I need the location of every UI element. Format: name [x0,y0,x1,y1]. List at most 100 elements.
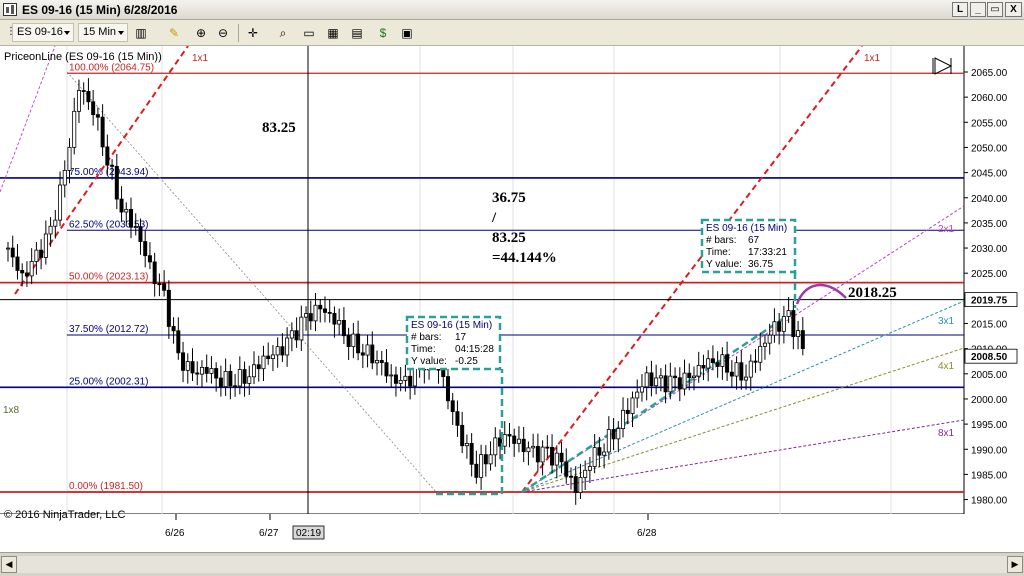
candle-body [162,283,167,291]
candle-body [24,272,29,277]
candle-body [602,451,607,456]
candle-body [20,270,25,274]
axis-corner [964,514,1024,552]
candle-body [701,364,706,369]
candle-body [360,352,365,356]
minimize-button[interactable]: _ [970,2,986,17]
candle-body [228,370,233,387]
gann-label: 1x1 [864,53,881,64]
candle-body [673,375,678,379]
candle-body [91,101,96,115]
candle-body [313,304,318,322]
x-tick-label: 6/27 [259,528,279,539]
price-chart[interactable]: 100.00% (2064.75) 75.00% (2043.94) 62.50% … [0,46,1024,552]
candle-body [526,447,531,453]
candle-body [621,409,626,429]
y-tick-label: 2050.00 [971,143,1008,154]
candle-body [48,225,53,235]
candle-body [100,116,105,148]
candle-body [729,371,734,377]
candle-body [209,368,214,374]
candle-body [327,312,332,314]
candle-body [370,344,375,364]
candle-body [531,445,536,449]
candle-body [488,454,493,465]
data-box-icon[interactable]: ⌕ [274,24,292,42]
bar-type-icon[interactable]: ▥ [132,24,150,42]
candle-body [143,241,148,257]
candle-body [114,165,119,200]
instrument-value: ES 09-16 [17,26,63,38]
gann-label: 1x1 [192,53,209,64]
restore-button[interactable]: ▭ [987,2,1003,17]
tooltip-1-bars: 17 [455,332,467,343]
candle-body [266,355,271,359]
gann-label: 8x1 [938,428,955,439]
candle-body [748,360,753,378]
scroll-left-button[interactable]: ◀ [1,556,17,573]
instrument-selector[interactable]: ES 09-16 [12,23,74,42]
candle-body [190,361,195,374]
candle-body [252,364,257,378]
chart-toolbar: ⋮ ES 09-16 15 Min ▥ ✎ ⊕ ⊖ ✛ ⌕ ▭ ▦ ▤ $ ▣ [0,20,1024,46]
properties-icon[interactable]: ▣ [398,24,416,42]
candle-body [540,446,545,463]
close-button[interactable]: X [1005,2,1022,17]
gann-label: 4x1 [938,361,955,372]
candle-body [199,366,204,375]
gann-ratio-label-left: 1x8 [3,405,20,416]
display-icon[interactable]: ▭ [300,24,318,42]
y-tick-label: 2035.00 [971,219,1008,230]
candle-body [218,377,223,388]
title-bar: ES 09-16 (15 Min) 6/28/2016 L _ ▭ X [0,0,1024,20]
candle-body [308,313,313,322]
candle-body [95,114,100,118]
scroll-right-button[interactable]: ▶ [1007,556,1023,573]
time-axis-background [0,514,964,552]
link-button[interactable]: L [952,2,968,17]
candle-body [691,375,696,379]
bar-chart-icon[interactable]: ▦ [324,24,342,42]
y-tick-label: 1995.00 [971,420,1008,431]
tooltip-1-title: ES 09-16 (15 Min) [411,320,492,331]
candle-body [379,360,384,364]
candle-body [223,370,228,388]
ratio-annotation-line-2: / [491,210,497,226]
candle-body [86,91,91,103]
candle-chart-icon[interactable]: ▤ [348,24,366,42]
fib-level-label: 0.00% (1981.50) [69,481,143,492]
candle-body [611,429,616,440]
candle-body [129,208,134,228]
candle-body [762,342,767,347]
candle-body [176,330,181,354]
tooltip-2-bars: 67 [748,235,760,246]
scroll-track[interactable] [17,556,1007,573]
candle-body [715,362,720,367]
candle-body [450,400,455,413]
candle-body [242,369,247,384]
horizontal-scrollbar[interactable]: ◀ ▶ [0,552,1024,576]
y-tick-label: 2005.00 [971,370,1008,381]
candle-body [261,355,266,370]
candle-body [516,438,521,444]
crosshair-icon[interactable]: ✛ [244,24,262,42]
dollar-icon[interactable]: $ [374,24,392,42]
candle-body [384,362,389,377]
pencil-icon[interactable]: ✎ [165,24,183,42]
tooltip-1-time-label: Time: [411,344,436,355]
interval-selector[interactable]: 15 Min [78,23,128,42]
zoom-in-icon[interactable]: ⊕ [192,24,210,42]
y-tick-label: 2015.00 [971,320,1008,331]
y-tick-label: 2065.00 [971,68,1008,79]
candle-body [706,358,711,369]
candle-body [639,386,644,393]
candle-body [573,476,578,494]
fib-level-label: 62.50% (2033.53) [69,219,149,230]
candle-body [110,164,115,167]
chart-area[interactable]: 100.00% (2064.75) 75.00% (2043.94) 62.50% … [0,46,1024,552]
candle-body [592,447,597,467]
tooltip-2-y: 36.75 [748,259,773,270]
candle-body [285,337,290,356]
candle-body [351,333,356,348]
zoom-out-icon[interactable]: ⊖ [214,24,232,42]
